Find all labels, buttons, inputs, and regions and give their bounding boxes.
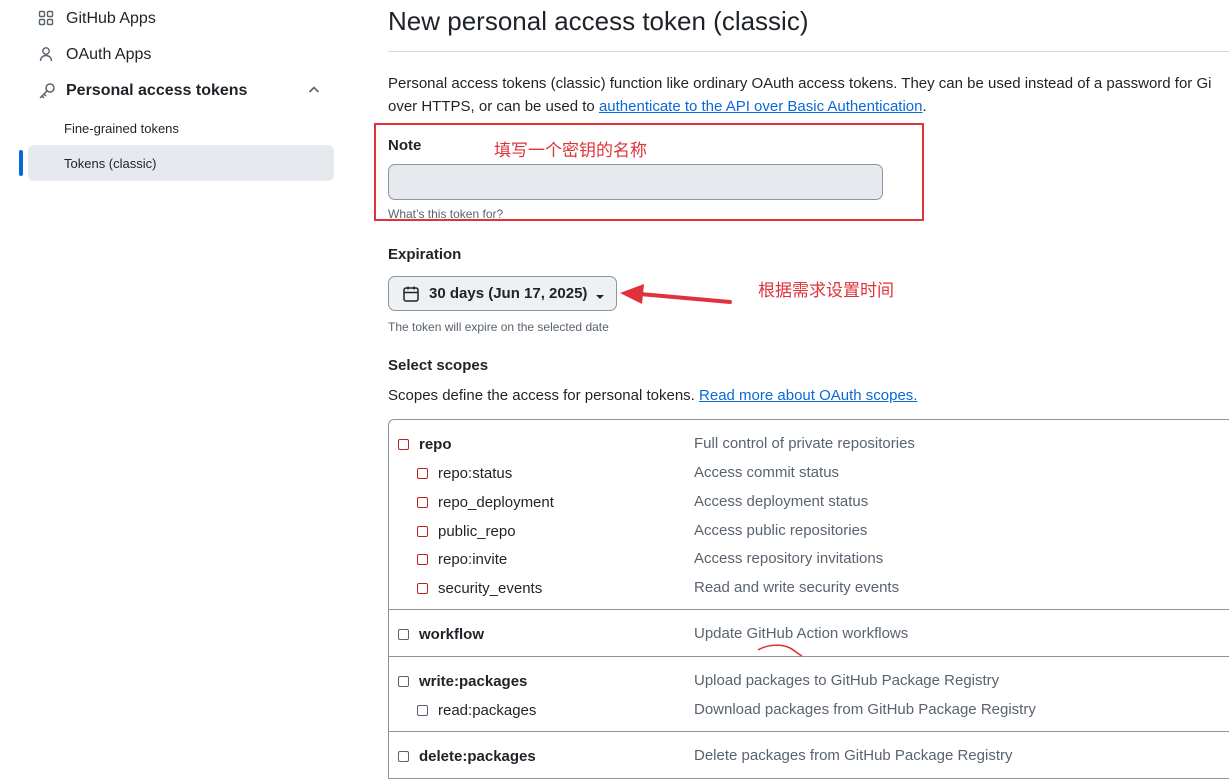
key-icon <box>38 82 56 100</box>
scope-group-divider <box>388 731 1229 732</box>
scope-row-repo-invite[interactable]: repo:invite <box>417 547 507 571</box>
person-icon <box>38 46 56 64</box>
sidebar-subitem-label: Fine-grained tokens <box>64 120 179 136</box>
checkbox[interactable] <box>398 628 409 640</box>
note-label: Note <box>388 137 422 154</box>
basic-auth-link[interactable]: authenticate to the API over Basic Authe… <box>599 98 923 115</box>
scope-row-security-events[interactable]: security_events <box>417 576 542 600</box>
title-divider <box>388 51 1229 52</box>
scope-description: Download packages from GitHub Package Re… <box>694 701 1036 718</box>
scope-description: Full control of private repositories <box>694 435 915 452</box>
checkbox[interactable] <box>417 553 428 565</box>
scope-row-workflow[interactable]: workflow <box>398 622 484 646</box>
caret-down-icon <box>595 289 605 299</box>
scope-row-read-packages[interactable]: read:packages <box>417 698 536 722</box>
intro-end: . <box>922 98 927 115</box>
sidebar-subitem-tokens-classic[interactable]: Tokens (classic) <box>28 145 334 181</box>
checkbox[interactable] <box>417 582 428 594</box>
scope-row-write-packages[interactable]: write:packages <box>398 669 527 693</box>
scope-description: Read and write security events <box>694 579 900 596</box>
scope-description: Access public repositories <box>694 522 868 539</box>
scopes-description: Scopes define the access for personal to… <box>388 387 917 404</box>
scope-description: Access repository invitations <box>694 550 884 567</box>
page-title: New personal access token (classic) <box>388 6 809 36</box>
intro-text: Personal access tokens (classic) functio… <box>388 72 1229 118</box>
expiration-selected-value: 30 days (Jun 17, 2025) <box>429 285 588 302</box>
sidebar-item-label: GitHub Apps <box>66 10 156 27</box>
red-squiggle-mark <box>757 644 803 657</box>
checkbox[interactable] <box>398 675 409 687</box>
scope-description: Delete packages from GitHub Package Regi… <box>694 747 1013 764</box>
checkbox[interactable] <box>417 525 428 537</box>
sidebar-item-personal-access-tokens[interactable]: Personal access tokens <box>28 73 334 109</box>
checkbox[interactable] <box>398 750 409 762</box>
note-input[interactable] <box>388 164 883 200</box>
apps-grid-icon <box>38 10 56 28</box>
active-indicator <box>19 150 23 176</box>
scope-description: Upload packages to GitHub Package Regist… <box>694 672 1000 689</box>
calendar-icon <box>402 285 420 303</box>
red-arrow-icon <box>620 284 732 304</box>
scope-name: public_repo <box>438 522 516 540</box>
scope-name: delete:packages <box>419 747 536 765</box>
select-scopes-heading: Select scopes <box>388 357 489 374</box>
scope-group-divider <box>388 609 1229 610</box>
sidebar-subitem-label: Tokens (classic) <box>64 155 157 171</box>
scope-description: Update GitHub Action workflows <box>694 625 909 642</box>
scope-group-divider <box>388 656 1229 657</box>
scope-name: workflow <box>419 625 485 643</box>
scope-description: Access commit status <box>694 464 840 481</box>
scope-name: repo_deployment <box>438 493 554 511</box>
scope-row-public-repo[interactable]: public_repo <box>417 519 516 543</box>
expiration-help-text: The token will expire on the selected da… <box>388 320 609 334</box>
sidebar-subitem-fine-grained-tokens[interactable]: Fine-grained tokens <box>28 110 334 146</box>
scope-row-repo-deployment[interactable]: repo_deployment <box>417 490 554 514</box>
intro-line-2: over HTTPS, or can be used to authentica… <box>388 95 1229 118</box>
expiration-select[interactable]: 30 days (Jun 17, 2025) <box>388 276 617 311</box>
scope-name: repo:invite <box>438 550 508 568</box>
scope-row-delete-packages[interactable]: delete:packages <box>398 744 536 768</box>
note-help-text: What’s this token for? <box>388 207 504 221</box>
intro-line-2-text: over HTTPS, or can be used to <box>388 98 599 115</box>
sidebar-item-label: OAuth Apps <box>66 46 152 63</box>
sidebar-item-label: Personal access tokens <box>66 82 248 99</box>
intro-line-1: Personal access tokens (classic) functio… <box>388 75 1212 92</box>
chevron-up-icon[interactable] <box>306 82 322 98</box>
sidebar-item-oauth-apps[interactable]: OAuth Apps <box>28 37 334 73</box>
sidebar-item-github-apps[interactable]: GitHub Apps <box>28 1 334 37</box>
expiration-label: Expiration <box>388 246 462 263</box>
scope-row-repo[interactable]: repo <box>398 432 452 456</box>
scope-name: security_events <box>438 579 543 597</box>
scope-name: read:packages <box>438 701 537 719</box>
expiration-annotation: 根据需求设置时间 <box>758 281 894 300</box>
scopes-description-text: Scopes define the access for personal to… <box>388 387 700 404</box>
scope-description: Access deployment status <box>694 493 869 510</box>
scope-name: write:packages <box>419 672 528 690</box>
checkbox[interactable] <box>417 704 428 716</box>
checkbox[interactable] <box>398 438 409 450</box>
settings-sidebar: GitHub Apps OAuth Apps Personal access t… <box>0 0 340 770</box>
checkbox[interactable] <box>417 467 428 479</box>
scope-name: repo <box>419 435 452 453</box>
scope-name: repo:status <box>438 464 513 482</box>
checkbox[interactable] <box>417 496 428 508</box>
scope-row-repo-status[interactable]: repo:status <box>417 461 512 485</box>
oauth-scopes-link[interactable]: Read more about OAuth scopes. <box>699 387 917 404</box>
note-annotation: 填写一个密钥的名称 <box>494 141 647 160</box>
